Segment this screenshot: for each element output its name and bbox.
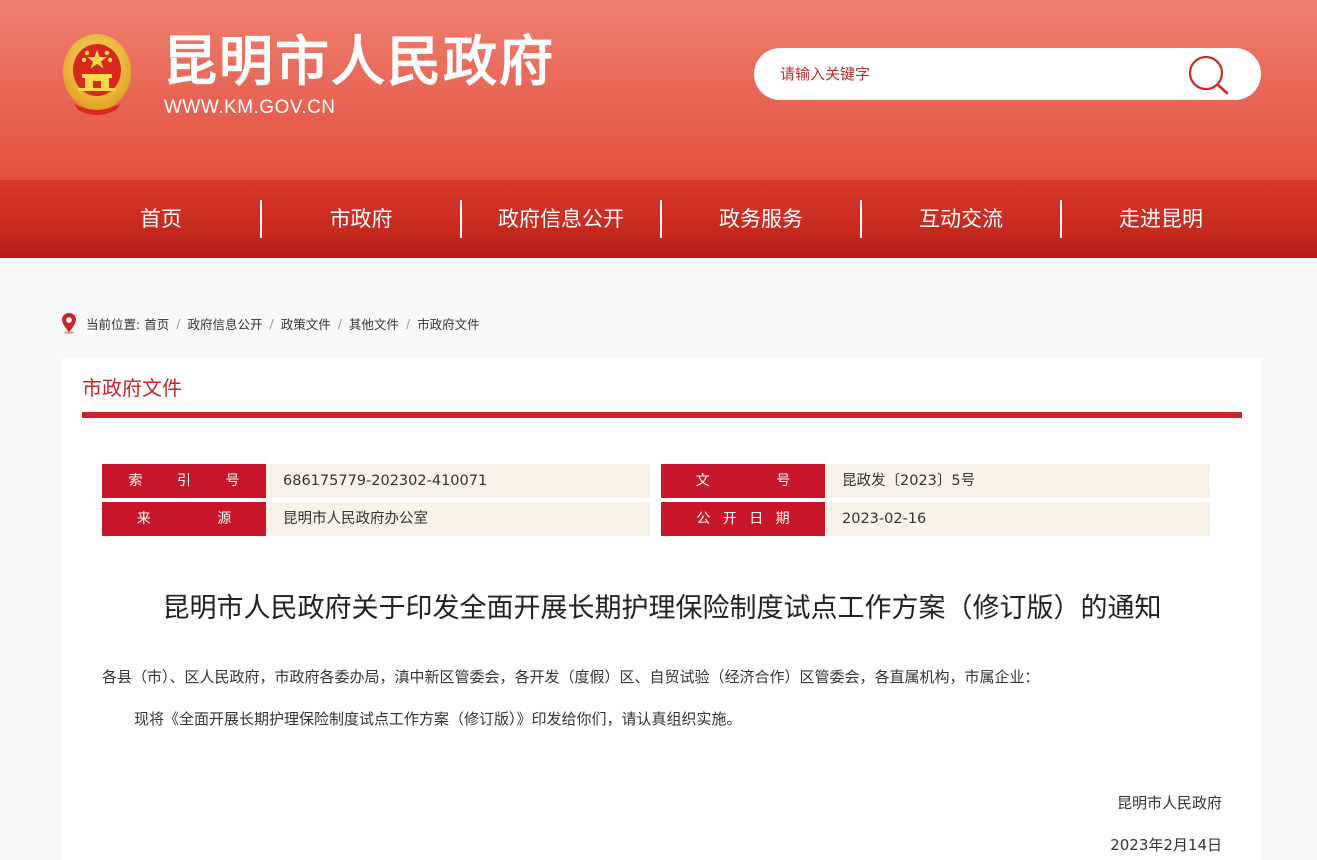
document-signature: 昆明市人民政府 xyxy=(1116,794,1222,812)
site-url: WWW.KM.GOV.CN xyxy=(164,97,336,118)
content-panel: 市政府文件 索 引 号 686175779-202302-410071 文 号 … xyxy=(62,358,1262,860)
nav-item-info-disclosure[interactable]: 政府信息公开 xyxy=(461,180,661,258)
breadcrumb: 当前位置: 首页 / 政府信息公开 / 政策文件 / 其他文件 / 市政府文件 xyxy=(60,310,480,336)
breadcrumb-separator: / xyxy=(405,315,411,331)
document-sign-date: 2023年2月14日 xyxy=(1110,836,1222,854)
location-pin-icon xyxy=(62,313,76,334)
nav-item-home[interactable]: 首页 xyxy=(61,180,261,258)
site-header: 昆明市人民政府 WWW.KM.GOV.CN xyxy=(0,0,1317,180)
section-title: 市政府文件 xyxy=(82,376,182,400)
meta-row-source: 来 源 昆明市人民政府办公室 xyxy=(102,502,650,536)
breadcrumb-separator: / xyxy=(337,315,342,331)
meta-label-index-number: 索 引 号 xyxy=(102,464,266,498)
meta-value-document-number: 昆政发〔2023〕5号 xyxy=(825,464,1210,498)
document-title: 昆明市人民政府关于印发全面开展长期护理保险制度试点工作方案（修订版）的通知 xyxy=(162,593,1162,624)
meta-label-source: 来 源 xyxy=(102,502,266,536)
meta-row-index-number: 索 引 号 686175779-202302-410071 xyxy=(102,464,650,498)
site-name: 昆明市人民政府 xyxy=(163,30,555,93)
breadcrumb-separator: / xyxy=(176,315,181,331)
main-nav: 首页 市政府 政府信息公开 政务服务 互动交流 走进昆明 xyxy=(0,180,1317,258)
nav-item-interaction[interactable]: 互动交流 xyxy=(861,180,1061,258)
breadcrumb-separator: / xyxy=(269,315,274,331)
breadcrumb-info-disclosure[interactable]: 政府信息公开 xyxy=(187,314,262,333)
nav-item-government-services[interactable]: 政务服务 xyxy=(661,180,861,258)
meta-label-document-number: 文 号 xyxy=(661,464,825,498)
breadcrumb-city-government-documents[interactable]: 市政府文件 xyxy=(417,314,480,333)
document-recipients: 各县（市）、区人民政府，市政府各委办局，滇中新区管委会，各开发（度假）区、自贸试… xyxy=(102,668,1040,686)
meta-row-publish-date: 公 开 日 期 2023-02-16 xyxy=(661,502,1210,536)
document-body: 现将《全面开展长期护理保险制度试点工作方案（修订版）》印发给你们，请认真组织实施… xyxy=(134,710,742,728)
search-icon[interactable] xyxy=(1186,54,1232,96)
nav-item-city-government[interactable]: 市政府 xyxy=(261,180,461,258)
nav-item-about-kunming[interactable]: 走进昆明 xyxy=(1061,180,1261,258)
meta-row-document-number: 文 号 昆政发〔2023〕5号 xyxy=(661,464,1210,498)
breadcrumb-label: 当前位置: xyxy=(86,316,141,332)
meta-value-index-number: 686175779-202302-410071 xyxy=(266,464,650,498)
breadcrumb-other-documents[interactable]: 其他文件 xyxy=(349,314,399,333)
meta-value-source: 昆明市人民政府办公室 xyxy=(266,502,650,536)
meta-label-publish-date: 公 开 日 期 xyxy=(661,502,825,536)
breadcrumb-policy-documents[interactable]: 政策文件 xyxy=(281,314,331,333)
search-input[interactable] xyxy=(780,60,1180,88)
section-divider xyxy=(82,412,1242,418)
meta-value-publish-date: 2023-02-16 xyxy=(825,502,1210,536)
national-emblem-icon xyxy=(63,34,131,115)
breadcrumb-home[interactable]: 首页 xyxy=(144,314,169,333)
search-box xyxy=(754,48,1261,100)
